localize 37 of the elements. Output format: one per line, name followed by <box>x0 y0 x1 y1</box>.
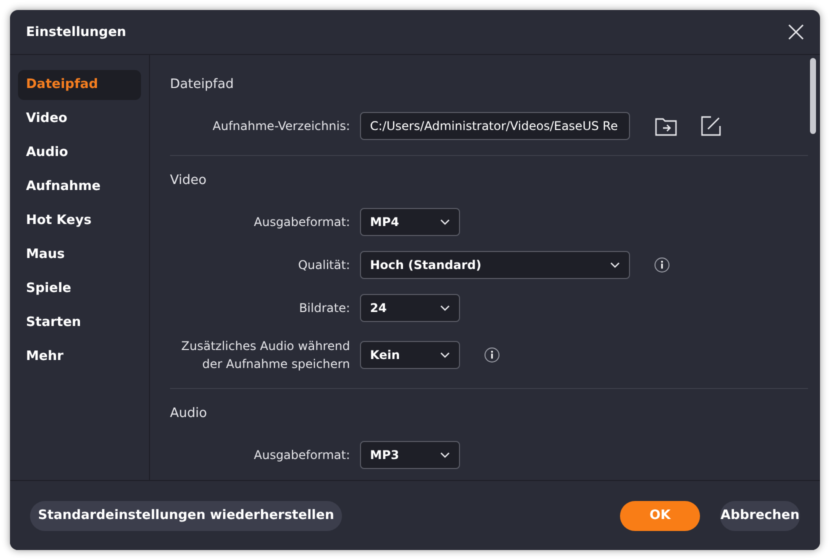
dropdown[interactable]: MP4 <box>360 208 460 236</box>
sidebar-item[interactable]: Video <box>18 104 141 134</box>
info-icon[interactable] <box>484 347 500 363</box>
dropdown[interactable]: Kein <box>360 341 460 369</box>
scrollbar-thumb[interactable] <box>810 58 816 134</box>
setting-label: Aufnahme-Verzeichnis: <box>212 118 350 135</box>
setting-label: Bildrate: <box>298 300 350 317</box>
window-title: Einstellungen <box>26 24 126 40</box>
dropdown[interactable]: MP3 <box>360 441 460 469</box>
setting-label: Ausgabeformat: <box>252 214 350 231</box>
dropdown[interactable]: Hoch (Standard) <box>360 251 630 279</box>
path-field[interactable]: C:/Users/Administrator/Videos/EaseUS Re <box>360 112 630 140</box>
setting-label: Qualität: <box>297 257 350 274</box>
sidebar-item[interactable]: Aufnahme <box>18 172 141 202</box>
dropdown[interactable]: 24 <box>360 294 460 322</box>
sidebar-item[interactable]: Hot Keys <box>18 206 141 236</box>
sidebar-item[interactable]: Spiele <box>18 274 141 304</box>
chevron-down-icon <box>440 305 450 311</box>
section-title: Dateipfad <box>170 77 235 92</box>
section-title: Audio <box>170 406 208 421</box>
sidebar-item[interactable]: Starten <box>18 308 141 338</box>
restore-defaults-button[interactable]: Standardeinstellungen wiederherstellen <box>30 500 342 530</box>
edit-icon[interactable] <box>700 115 722 137</box>
info-icon[interactable] <box>654 257 670 273</box>
sidebar-item[interactable]: Dateipfad <box>18 70 141 100</box>
setting-label: Ausgabeformat: <box>252 447 350 464</box>
section-title: Video <box>170 173 208 188</box>
chevron-down-icon <box>440 219 450 225</box>
close-button[interactable] <box>788 24 804 40</box>
sidebar-item[interactable]: Audio <box>18 138 141 168</box>
chevron-down-icon <box>610 262 620 268</box>
setting-label: Zusätzliches Audio während der Aufnahme speichern <box>180 338 350 373</box>
sidebar-item[interactable]: Mehr <box>18 342 141 372</box>
cancel-button[interactable]: Abbrechen <box>720 500 800 530</box>
chevron-down-icon <box>440 452 450 458</box>
chevron-down-icon <box>440 352 450 358</box>
sidebar-item[interactable]: Maus <box>18 240 141 270</box>
